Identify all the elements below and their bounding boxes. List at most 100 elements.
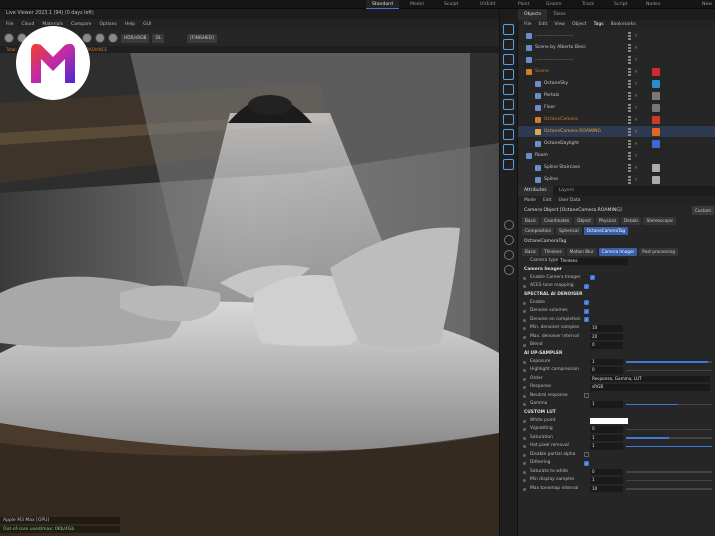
kernel-select[interactable]: DL <box>152 33 165 43</box>
viewer-menu-item[interactable]: File <box>6 19 14 30</box>
slider-track[interactable] <box>626 428 712 430</box>
object-row[interactable]: OctaneCamera.ROAMING ✓ <box>518 126 715 138</box>
keyframe-dot[interactable] <box>523 428 526 431</box>
enabled-check-icon[interactable]: ✓ <box>634 57 638 63</box>
render-ball-icon[interactable] <box>95 33 105 43</box>
enabled-check-icon[interactable]: ✓ <box>634 93 638 99</box>
tag-icon[interactable] <box>652 176 660 184</box>
tag-icon[interactable] <box>652 140 660 148</box>
property-value-field[interactable]: 1 <box>590 477 623 484</box>
visibility-dots[interactable] <box>628 32 631 40</box>
attributes-menu-item[interactable]: User Data <box>558 196 580 205</box>
settings-icon[interactable] <box>503 235 514 245</box>
enabled-check-icon[interactable]: ✓ <box>634 117 638 123</box>
keyframe-dot[interactable] <box>523 394 526 398</box>
slider-fill[interactable] <box>626 403 678 405</box>
keyframe-dot[interactable] <box>523 386 526 389</box>
property-checkbox[interactable]: ✓ <box>584 308 589 314</box>
layout-tab[interactable]: Model <box>404 0 430 9</box>
property-value-field[interactable]: 10 <box>590 325 623 332</box>
move-tool-icon[interactable] <box>503 24 514 35</box>
object-row[interactable]: OctaneCamera ✓ <box>518 114 715 126</box>
enabled-check-icon[interactable]: ✓ <box>634 105 638 111</box>
attributes-tab[interactable]: Layers <box>553 186 580 196</box>
visibility-dots[interactable] <box>628 68 631 76</box>
property-tab[interactable]: Physical <box>595 217 619 225</box>
enabled-check-icon[interactable]: ✓ <box>634 153 638 159</box>
tag-icon[interactable] <box>652 104 660 112</box>
object-row[interactable]: Scene by Alberto Bleci ✓ <box>518 42 715 54</box>
attributes-menu-item[interactable]: Mode <box>524 196 536 205</box>
property-tab[interactable]: Basic <box>522 217 540 225</box>
slider-track[interactable] <box>626 479 712 481</box>
visibility-dots[interactable] <box>628 56 631 64</box>
visibility-dots[interactable] <box>628 104 631 112</box>
objects-menu-item[interactable]: View <box>554 20 565 30</box>
cube-icon[interactable] <box>503 54 514 65</box>
enabled-check-icon[interactable]: ✓ <box>634 177 638 183</box>
slider-fill[interactable] <box>626 361 708 363</box>
render-ball-icon[interactable] <box>108 33 118 43</box>
property-value-field[interactable]: 0 <box>590 426 623 433</box>
keyframe-dot[interactable] <box>523 453 526 457</box>
attributes-tab[interactable]: Attributes <box>518 186 553 196</box>
visibility-dots[interactable] <box>628 164 631 172</box>
tag-icon[interactable] <box>652 128 660 136</box>
keyframe-dot[interactable] <box>523 445 526 448</box>
property-tab[interactable]: Motion Blur <box>566 248 597 256</box>
keyframe-dot[interactable] <box>523 470 526 474</box>
light-icon[interactable] <box>503 99 514 110</box>
spline-icon[interactable] <box>503 84 514 95</box>
object-row[interactable]: Room ✓ <box>518 150 715 162</box>
viewer-menu-item[interactable]: Options <box>99 19 116 30</box>
layout-tab[interactable]: Standard <box>366 0 399 9</box>
layout-tab[interactable]: Paint <box>512 0 535 9</box>
object-row[interactable]: OctaneDaylight ✓ <box>518 138 715 150</box>
objects-menu-item[interactable]: Bookmarks <box>611 20 636 30</box>
objects-menu-item[interactable]: Edit <box>539 20 548 30</box>
enabled-check-icon[interactable]: ✓ <box>634 45 638 51</box>
object-row[interactable]: Spline Staircase ✓ <box>518 162 715 174</box>
layout-tab[interactable]: Track <box>576 0 600 9</box>
property-tab[interactable]: Post processing <box>639 248 678 256</box>
property-tab[interactable]: Basic <box>522 248 540 256</box>
keyframe-dot[interactable] <box>523 462 526 465</box>
property-checkbox[interactable]: ✓ <box>584 460 589 466</box>
property-value-field[interactable]: 20 <box>590 333 623 340</box>
rotate-tool-icon[interactable] <box>503 39 514 50</box>
layout-tab[interactable]: Groom <box>540 0 567 9</box>
objects-menu-item[interactable]: Object <box>572 20 587 30</box>
property-value-field[interactable]: 1 <box>590 401 623 408</box>
property-tab[interactable]: Composition <box>522 227 555 235</box>
layout-tab[interactable]: Sculpt <box>438 0 464 9</box>
visibility-dots[interactable] <box>628 176 631 184</box>
visibility-dots[interactable] <box>628 152 631 160</box>
tag-icon[interactable] <box>652 80 660 88</box>
property-select[interactable]: sRGB <box>590 384 710 391</box>
object-row[interactable]: ........................... ✓ <box>518 30 715 42</box>
tag-icon[interactable] <box>652 68 660 76</box>
property-tab[interactable]: Camera Imager <box>598 248 638 256</box>
text-tool-icon[interactable] <box>503 69 514 80</box>
viewer-menu-item[interactable]: Help <box>125 19 135 30</box>
property-tab[interactable]: Coordinates <box>541 217 573 225</box>
keyframe-dot[interactable] <box>523 360 526 364</box>
keyframe-dot[interactable] <box>523 310 526 313</box>
property-value-field[interactable]: 1 <box>590 434 623 441</box>
enabled-check-icon[interactable]: ✓ <box>634 141 638 147</box>
object-row[interactable]: ........................... ✓ <box>518 54 715 66</box>
slider-fill[interactable] <box>626 445 712 447</box>
viewer-menu-item[interactable]: Compare <box>71 19 91 30</box>
keyframe-dot[interactable] <box>523 479 526 482</box>
object-row[interactable]: Scene ✓ <box>518 66 715 78</box>
enabled-check-icon[interactable]: ✓ <box>634 165 638 171</box>
render-icon[interactable] <box>503 220 514 230</box>
slider-fill[interactable] <box>626 437 669 439</box>
layout-tab[interactable]: Nodes <box>640 0 666 9</box>
keyframe-dot[interactable] <box>523 369 526 372</box>
visibility-dots[interactable] <box>628 116 631 124</box>
enabled-check-icon[interactable]: ✓ <box>634 81 638 87</box>
picture-viewer-icon[interactable] <box>503 250 514 260</box>
keyframe-dot[interactable] <box>523 276 526 280</box>
property-checkbox[interactable]: ✓ <box>584 317 589 322</box>
